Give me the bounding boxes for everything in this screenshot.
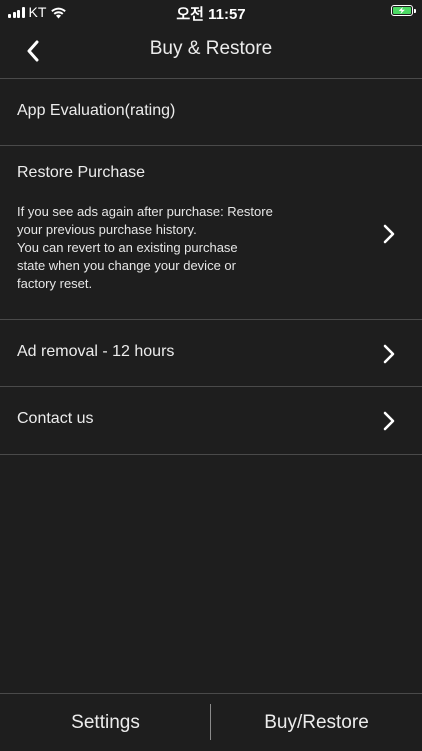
menu-item-contact-us[interactable]: Contact us xyxy=(0,387,422,455)
menu-item-label: Restore Purchase xyxy=(17,164,146,181)
menu-item-label: App Evaluation(rating) xyxy=(17,102,176,119)
status-time: 오전 11:57 xyxy=(176,6,246,23)
description-line: factory reset. xyxy=(17,276,93,291)
status-bar: KT 오전 11:57 xyxy=(0,0,422,24)
description-line: your previous purchase history. xyxy=(17,222,197,237)
tab-buy-restore[interactable]: Buy/Restore xyxy=(211,694,422,751)
description-line: state when you change your device or xyxy=(17,258,236,273)
menu-item-app-evaluation[interactable]: App Evaluation(rating) xyxy=(0,79,422,146)
nav-bar: Buy & Restore xyxy=(0,24,422,79)
restore-purchase-description: If you see ads again after purchase: Res… xyxy=(17,203,317,293)
description-line: You can revert to an existing purchase xyxy=(17,240,238,255)
page-title: Buy & Restore xyxy=(149,38,273,59)
bottom-tab-bar: Settings Buy/Restore xyxy=(0,693,422,751)
menu-item-label: Contact us xyxy=(17,410,94,427)
tab-settings[interactable]: Settings xyxy=(0,694,211,751)
tab-divider xyxy=(210,704,211,740)
chevron-right-icon xyxy=(383,224,395,244)
charging-bolt-icon xyxy=(398,6,405,15)
menu-item-label: Ad removal - 12 hours xyxy=(17,343,175,360)
chevron-right-icon xyxy=(383,411,395,431)
chevron-right-icon xyxy=(383,344,395,364)
description-line: If you see ads again after purchase: Res… xyxy=(17,204,273,219)
menu-item-ad-removal[interactable]: Ad removal - 12 hours xyxy=(0,320,422,387)
battery-icon xyxy=(391,5,416,16)
menu-item-restore-purchase[interactable]: Restore Purchase If you see ads again af… xyxy=(0,146,422,320)
